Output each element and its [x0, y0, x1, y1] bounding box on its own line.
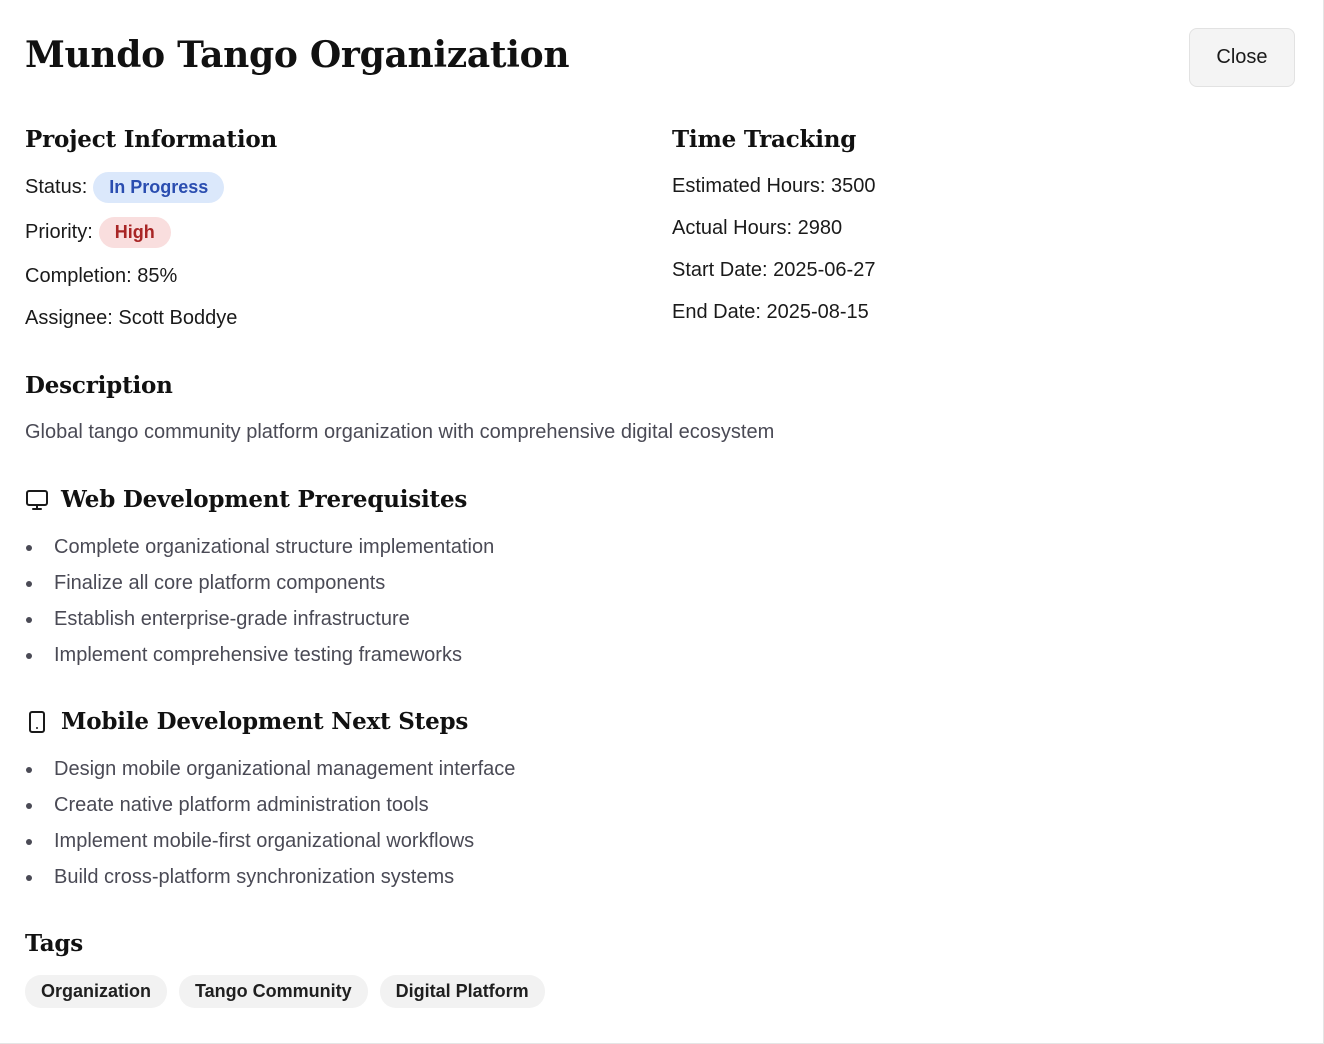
- web-prereqs-heading: Web Development Prerequisites: [61, 486, 468, 513]
- project-detail-modal: Mundo Tango Organization Close Project I…: [0, 0, 1324, 1044]
- list-item: Create native platform administration to…: [25, 787, 515, 823]
- list-item: Complete organizational structure implem…: [25, 529, 494, 565]
- close-button[interactable]: Close: [1189, 28, 1295, 87]
- tags-heading: Tags: [25, 930, 84, 957]
- list-item: Design mobile organizational management …: [25, 751, 515, 787]
- start-date-text: Start Date: 2025-06-27: [672, 259, 876, 281]
- tag-list: Organization Tango Community Digital Pla…: [25, 975, 545, 1008]
- list-item: Finalize all core platform components: [25, 565, 494, 601]
- priority-label: Priority:: [25, 221, 93, 243]
- description-heading: Description: [25, 372, 173, 399]
- tag-chip: Tango Community: [179, 975, 368, 1008]
- mobile-next-header: Mobile Development Next Steps: [25, 708, 468, 735]
- list-item: Implement mobile-first organizational wo…: [25, 823, 515, 859]
- project-information-heading: Project Information: [25, 126, 278, 153]
- status-row: Status: In Progress: [25, 172, 225, 203]
- priority-row: Priority: High: [25, 217, 171, 248]
- status-badge: In Progress: [93, 172, 225, 203]
- list-item: Build cross-platform synchronization sys…: [25, 859, 515, 895]
- assignee-text: Assignee: Scott Boddye: [25, 307, 238, 329]
- web-prereqs-list: Complete organizational structure implem…: [25, 529, 494, 673]
- page-title: Mundo Tango Organization: [25, 34, 570, 76]
- monitor-icon: [25, 488, 49, 512]
- web-prereqs-header: Web Development Prerequisites: [25, 486, 467, 513]
- end-date-text: End Date: 2025-08-15: [672, 301, 869, 323]
- tag-chip: Organization: [25, 975, 168, 1008]
- list-item: Establish enterprise-grade infrastructur…: [25, 601, 494, 637]
- time-tracking-heading: Time Tracking: [672, 126, 857, 153]
- priority-badge: High: [98, 217, 171, 248]
- smartphone-icon: [25, 710, 49, 734]
- actual-hours-text: Actual Hours: 2980: [672, 217, 843, 239]
- tag-chip: Digital Platform: [379, 975, 545, 1008]
- completion-text: Completion: 85%: [25, 265, 178, 287]
- list-item: Implement comprehensive testing framewor…: [25, 637, 494, 673]
- mobile-next-list: Design mobile organizational management …: [25, 751, 515, 895]
- estimated-hours-text: Estimated Hours: 3500: [672, 175, 876, 197]
- status-label: Status:: [25, 176, 88, 198]
- description-text: Global tango community platform organiza…: [25, 421, 775, 443]
- mobile-next-heading: Mobile Development Next Steps: [61, 708, 469, 735]
